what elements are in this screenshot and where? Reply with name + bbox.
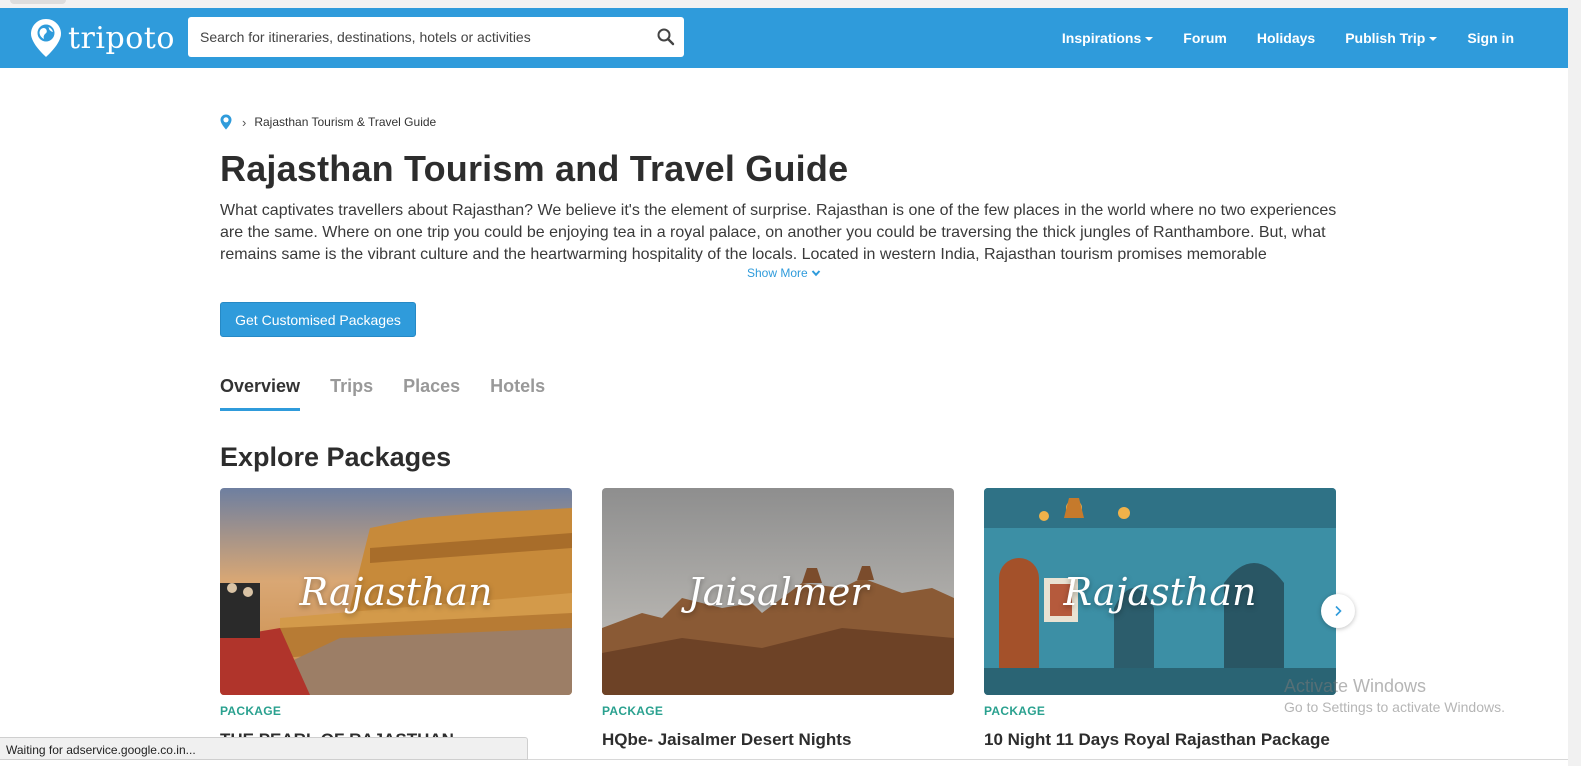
package-image[interactable]: Rajasthan <box>220 488 572 695</box>
main-nav: Inspirations Forum Holidays Publish Trip… <box>1062 8 1514 68</box>
nav-publish-trip[interactable]: Publish Trip <box>1345 30 1438 46</box>
location-pin-logo-icon <box>31 19 61 57</box>
site-logo[interactable]: tripoto <box>30 17 175 59</box>
chevron-right-icon <box>1335 605 1342 617</box>
activate-windows-watermark: Activate Windows Go to Settings to activ… <box>1284 676 1505 715</box>
tab-trips[interactable]: Trips <box>330 376 373 411</box>
search-icon[interactable] <box>656 27 676 47</box>
browser-top-strip <box>0 0 1581 8</box>
watermark-subtitle: Go to Settings to activate Windows. <box>1284 699 1505 715</box>
package-card[interactable]: Rajasthan PACKAGE THE PEARL OF RAJASTHAN <box>220 488 572 750</box>
package-card[interactable]: Jaisalmer PACKAGE HQbe- Jaisalmer Desert… <box>602 488 954 750</box>
package-image[interactable]: Rajasthan <box>984 488 1336 695</box>
nav-forum[interactable]: Forum <box>1183 30 1227 46</box>
nav-sign-in[interactable]: Sign in <box>1467 30 1514 46</box>
nav-publish-trip-label: Publish Trip <box>1345 30 1426 46</box>
package-image-label: Rajasthan <box>1063 569 1257 614</box>
browser-status-bar: Waiting for adservice.google.co.in... <box>0 737 528 760</box>
watermark-title: Activate Windows <box>1284 676 1427 696</box>
top-navbar: tripoto Inspirations Forum Holidays Publ… <box>0 8 1568 68</box>
carousel-next-button[interactable] <box>1321 594 1355 628</box>
breadcrumb: › Rajasthan Tourism & Travel Guide <box>220 114 436 130</box>
package-image-label: Rajasthan <box>299 569 493 614</box>
browser-bottom-edge <box>0 759 1568 766</box>
caret-down-icon <box>1429 37 1438 41</box>
package-tag: PACKAGE <box>220 704 282 718</box>
show-more-label: Show More <box>747 266 808 280</box>
caret-down-icon <box>1145 37 1154 41</box>
package-title[interactable]: HQbe- Jaisalmer Desert Nights <box>602 730 954 750</box>
package-tag: PACKAGE <box>602 704 664 718</box>
package-title[interactable]: 10 Night 11 Days Royal Rajasthan Package <box>984 730 1336 750</box>
show-more-link[interactable]: Show More <box>747 266 821 280</box>
destination-description: What captivates travellers about Rajasth… <box>220 202 1337 262</box>
breadcrumb-current: Rajasthan Tourism & Travel Guide <box>254 115 437 129</box>
nav-holidays-label: Holidays <box>1256 30 1316 46</box>
explore-packages-heading: Explore Packages <box>220 442 452 472</box>
nav-sign-in-label: Sign in <box>1467 30 1514 46</box>
tab-hotels[interactable]: Hotels <box>490 376 545 411</box>
page-title: Rajasthan Tourism and Travel Guide <box>220 148 849 189</box>
tab-places[interactable]: Places <box>403 376 460 411</box>
search-input[interactable] <box>188 17 648 57</box>
chevron-down-icon <box>811 270 820 277</box>
nav-holidays[interactable]: Holidays <box>1257 30 1315 46</box>
search-box <box>188 17 684 57</box>
section-tabs: Overview Trips Places Hotels <box>220 376 545 411</box>
page-scrollbar[interactable] <box>1568 0 1581 766</box>
nav-inspirations[interactable]: Inspirations <box>1061 30 1154 46</box>
get-customised-packages-button[interactable]: Get Customised Packages <box>220 302 416 337</box>
home-pin-icon[interactable] <box>220 114 232 130</box>
nav-forum-label: Forum <box>1183 30 1227 46</box>
browser-tab-stub <box>10 0 66 4</box>
nav-inspirations-label: Inspirations <box>1061 30 1142 46</box>
tab-overview[interactable]: Overview <box>220 376 301 411</box>
logo-text: tripoto <box>68 20 175 56</box>
chevron-right-icon: › <box>242 114 247 130</box>
package-image[interactable]: Jaisalmer <box>602 488 954 695</box>
package-image-label: Jaisalmer <box>687 569 869 614</box>
